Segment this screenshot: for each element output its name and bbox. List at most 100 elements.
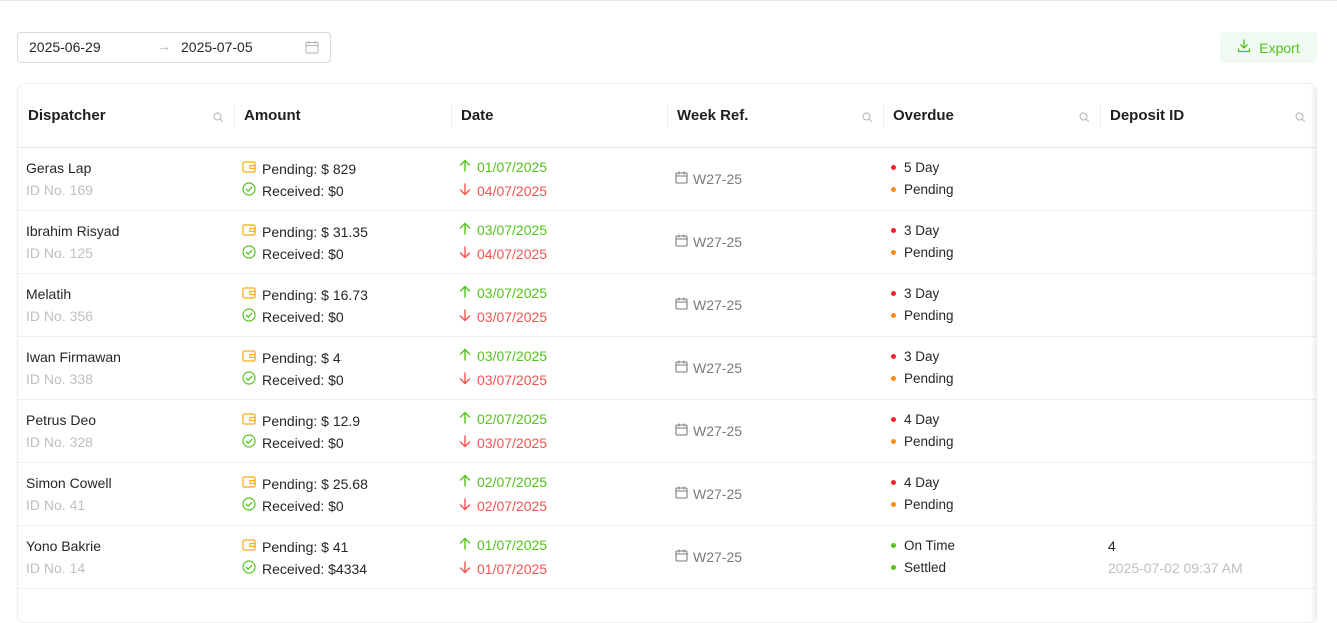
week-ref: W27-25 [675, 234, 742, 250]
date-range-picker[interactable]: 2025-06-29 → 2025-07-05 [17, 32, 331, 63]
table-row[interactable]: Petrus Deo ID No. 328 Pending: $ 12.9 Recei… [18, 400, 1316, 463]
calendar-icon [675, 234, 688, 250]
settlement-status: Settled [891, 560, 946, 575]
status-text: Pending [904, 245, 954, 260]
status-dot [891, 565, 896, 570]
overdue-text: 4 Day [904, 412, 940, 427]
cell-overdue: 4 Day Pending [883, 463, 1100, 526]
arrow-up-icon [459, 222, 471, 238]
cell-overdue: 4 Day Pending [883, 400, 1100, 463]
date-down: 03/07/2025 [459, 435, 547, 451]
pending-text: Pending: $ 4 [262, 349, 341, 366]
pending-amount: Pending: $ 31.35 [242, 223, 368, 240]
date-up: 02/07/2025 [459, 474, 547, 490]
date-up-text: 03/07/2025 [477, 222, 548, 238]
date-down: 01/07/2025 [459, 561, 547, 577]
settlement-status: Pending [891, 434, 954, 449]
date-up-text: 03/07/2025 [477, 285, 548, 301]
cell-deposit-id [1100, 463, 1316, 526]
received-text: Received: $0 [262, 308, 344, 325]
cell-overdue: On Time Settled [883, 526, 1100, 589]
end-date-input[interactable]: 2025-07-05 [181, 39, 253, 55]
check-circle-icon [242, 182, 256, 199]
overdue-status: 3 Day [891, 349, 939, 364]
date-up: 03/07/2025 [459, 348, 547, 364]
export-button[interactable]: Export [1220, 32, 1317, 63]
table-row[interactable]: Melatih ID No. 356 Pending: $ 16.73 Receive… [18, 274, 1316, 337]
date-down-text: 03/07/2025 [477, 372, 548, 388]
overdue-status: 3 Day [891, 286, 939, 301]
status-dot [891, 228, 896, 233]
dispatcher-id: ID No. 41 [26, 497, 86, 513]
dispatcher-id: ID No. 169 [26, 182, 93, 198]
overdue-text: 3 Day [904, 286, 940, 301]
table-row[interactable]: Iwan Firmawan ID No. 338 Pending: $ 4 Recei… [18, 337, 1316, 400]
dispatcher-id: ID No. 14 [26, 560, 86, 576]
cell-dispatcher: Iwan Firmawan ID No. 338 [18, 337, 234, 400]
received-text: Received: $0 [262, 497, 344, 514]
table-row[interactable]: Geras Lap ID No. 169 Pending: $ 829 Receive… [18, 148, 1316, 211]
cell-deposit-id: 4 2025-07-02 09:37 AM [1100, 526, 1316, 589]
received-amount: Received: $0 [242, 245, 344, 262]
date-up: 01/07/2025 [459, 537, 547, 553]
date-up-text: 01/07/2025 [477, 537, 548, 553]
search-icon[interactable] [862, 110, 873, 127]
received-text: Received: $0 [262, 182, 344, 199]
cell-week-ref: W27-25 [667, 148, 883, 211]
cell-dispatcher: Yono Bakrie ID No. 14 [18, 526, 234, 589]
check-circle-icon [242, 560, 256, 577]
received-amount: Received: $0 [242, 371, 344, 388]
column-header-week-ref: Week Ref. [667, 84, 883, 147]
table-row[interactable]: Simon Cowell ID No. 41 Pending: $ 25.68 Rec… [18, 463, 1316, 526]
week-ref: W27-25 [675, 171, 742, 187]
table-row-partial[interactable] [18, 589, 1316, 622]
week-ref: W27-25 [675, 549, 742, 565]
column-header-dispatcher: Dispatcher [18, 84, 234, 147]
pending-amount: Pending: $ 829 [242, 160, 356, 177]
overdue-text: 3 Day [904, 349, 940, 364]
dispatcher-name: Simon Cowell [26, 475, 112, 491]
scroll-shadow [1310, 84, 1316, 622]
start-date-input[interactable]: 2025-06-29 [29, 39, 101, 55]
calendar-icon[interactable] [305, 40, 319, 57]
status-dot [891, 187, 896, 192]
week-text: W27-25 [693, 549, 743, 565]
download-icon [1237, 39, 1251, 56]
status-text: Pending [904, 371, 954, 386]
cell-date: 03/07/2025 04/07/2025 [451, 211, 667, 274]
wallet-icon [242, 412, 256, 429]
export-label: Export [1259, 39, 1300, 56]
cell-amount: Pending: $ 4 Received: $0 [234, 337, 451, 400]
overdue-text: 3 Day [904, 223, 940, 238]
week-text: W27-25 [693, 234, 743, 250]
date-up-text: 02/07/2025 [477, 411, 548, 427]
dispatch-table: Dispatcher Amount Date Week Ref. Overdue… [17, 83, 1317, 623]
column-title: Dispatcher [28, 107, 106, 124]
pending-text: Pending: $ 41 [262, 538, 349, 555]
arrow-up-icon [459, 159, 471, 175]
search-icon[interactable] [213, 110, 224, 127]
dispatcher-name: Melatih [26, 286, 72, 302]
received-amount: Received: $4334 [242, 560, 367, 577]
overdue-text: 5 Day [904, 160, 940, 175]
calendar-icon [675, 360, 688, 376]
search-icon[interactable] [1079, 110, 1090, 127]
date-down-text: 03/07/2025 [477, 435, 548, 451]
arrow-down-icon [459, 372, 471, 388]
status-dot [891, 165, 896, 170]
cell-overdue: 3 Day Pending [883, 274, 1100, 337]
table-row[interactable]: Yono Bakrie ID No. 14 Pending: $ 41 Receive… [18, 526, 1316, 589]
cell-amount: Pending: $ 829 Received: $0 [234, 148, 451, 211]
status-dot [891, 250, 896, 255]
column-title: Week Ref. [677, 107, 749, 124]
wallet-icon [242, 349, 256, 366]
overdue-status: 4 Day [891, 475, 939, 490]
status-dot [891, 543, 896, 548]
week-ref: W27-25 [675, 423, 742, 439]
cell-dispatcher: Simon Cowell ID No. 41 [18, 463, 234, 526]
search-icon[interactable] [1295, 110, 1306, 127]
table-row[interactable]: Ibrahim Risyad ID No. 125 Pending: $ 31.35… [18, 211, 1316, 274]
status-dot [891, 376, 896, 381]
status-dot [891, 313, 896, 318]
date-down-text: 04/07/2025 [477, 183, 548, 199]
